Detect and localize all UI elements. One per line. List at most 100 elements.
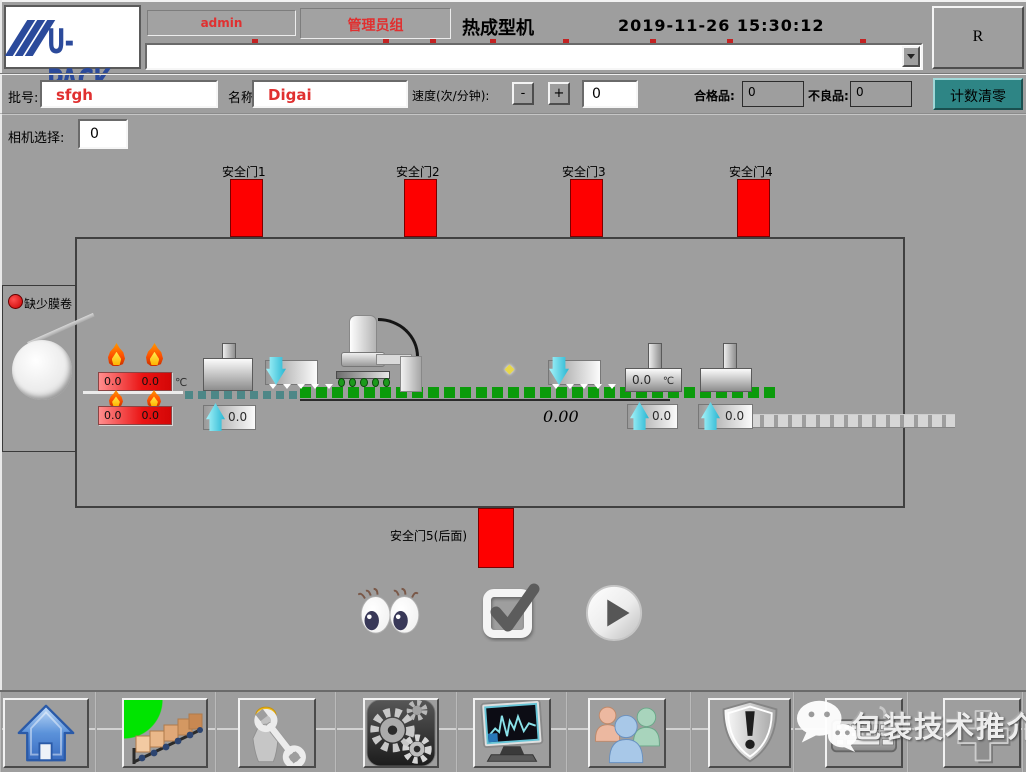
conveyor-teal — [185, 391, 300, 399]
reject-count: 0 — [850, 81, 912, 107]
play-icon — [584, 584, 646, 642]
temp-bar-bottom: 0.0 0.0 — [98, 406, 172, 425]
punch-stem — [723, 343, 737, 369]
toolbar-divider — [566, 692, 568, 772]
reject-label: 不良品: — [808, 87, 849, 104]
page-title: 热成型机 — [462, 14, 534, 40]
toolbar-divider — [690, 692, 692, 772]
temp-top-2: 0.0 — [142, 375, 160, 388]
screen-top-edge — [0, 0, 1026, 2]
home-icon — [15, 703, 77, 763]
flame-icon — [147, 390, 161, 407]
monitor-diagnostics-icon — [475, 699, 549, 767]
counter-reset-button[interactable]: 计数清零 — [933, 78, 1023, 110]
minus-label: - — [521, 86, 526, 101]
lift2-value: 0.0 — [652, 409, 671, 423]
lift3-value: 0.0 — [725, 409, 744, 423]
start-play-button[interactable] — [584, 584, 646, 645]
door3-label: 安全门3 — [562, 163, 606, 180]
lift1-value: 0.0 — [228, 410, 247, 424]
camera-select-label: 相机选择: — [8, 127, 64, 146]
flame-icon — [109, 390, 123, 407]
r-button-label: R — [973, 28, 984, 45]
watermark-text: 包装技术推介 — [852, 704, 1026, 746]
door4-label: 安全门4 — [729, 163, 773, 180]
heater-unit: ℃ — [663, 376, 674, 387]
door1-label: 安全门1 — [222, 163, 266, 180]
flame-icon — [146, 343, 163, 366]
batch-value: sfgh — [56, 86, 93, 104]
confirm-check-button[interactable] — [479, 582, 541, 645]
seal-teeth — [269, 384, 333, 389]
toolbar-divider — [95, 692, 97, 772]
pass-label: 合格品: — [694, 87, 735, 104]
door5-indicator — [478, 508, 514, 568]
door2-label: 安全门2 — [396, 163, 440, 180]
temp-bar-top: 0.0 0.0 — [98, 372, 172, 391]
maintenance-button[interactable] — [238, 698, 316, 768]
settings-button[interactable] — [363, 698, 439, 768]
toolbar-divider — [456, 692, 458, 772]
pass-count: 0 — [742, 81, 804, 107]
logged-user: admin — [201, 16, 243, 30]
temp-bot-2: 0.0 — [142, 409, 160, 422]
speed-input[interactable]: 0 — [582, 80, 638, 108]
conveyor-exit-gray — [750, 414, 955, 428]
toolbar-divider — [0, 692, 2, 772]
dropdown-arrow-button[interactable] — [902, 46, 920, 67]
speed-plus-button[interactable]: + — [548, 82, 570, 105]
alarm-shield-icon — [715, 699, 785, 767]
toolbar-divider — [335, 692, 337, 772]
speed-value: 0 — [592, 86, 601, 102]
checkbox-icon — [479, 582, 541, 642]
door1-indicator — [230, 179, 263, 237]
toolbar-divider — [215, 692, 217, 772]
batch-label: 批号: — [8, 87, 38, 106]
forming-press-station — [203, 358, 253, 391]
batch-input[interactable]: sfgh — [40, 80, 218, 108]
datetime: 2019-11-26 15:30:12 — [618, 16, 825, 35]
plus-label: + — [554, 86, 565, 101]
hmi-screen: U-PACK admin 管理员组 热成型机 2019-11-26 15:30:… — [0, 0, 1026, 772]
maintenance-worker-icon — [240, 700, 314, 766]
door2-indicator — [404, 179, 437, 237]
monitor-eyes-button[interactable] — [358, 586, 422, 639]
robot-end-effector — [400, 356, 422, 392]
diagnostics-button[interactable] — [473, 698, 551, 768]
machine-outline — [75, 237, 905, 508]
logo-box: U-PACK — [4, 5, 141, 69]
film-warning-label: 缺少膜卷 — [24, 295, 72, 312]
user-group-box[interactable]: 管理员组 — [300, 8, 451, 39]
door5-label: 安全门5(后面) — [390, 527, 467, 544]
r-button[interactable]: R — [932, 6, 1024, 69]
production-line-button[interactable] — [122, 698, 208, 768]
camera-select-input[interactable]: 0 — [78, 119, 128, 149]
red-alarm-dot — [8, 294, 23, 309]
counter-reset-label: 计数清零 — [950, 89, 1006, 105]
flame-icon — [108, 343, 125, 366]
door3-indicator — [570, 179, 603, 237]
conveyor-rail — [300, 399, 670, 401]
divider — [0, 73, 1026, 75]
divider — [0, 113, 1026, 115]
eyes-icon — [358, 586, 422, 636]
temp-top-1: 0.0 — [104, 375, 122, 388]
alarm-dropdown-value — [147, 45, 151, 59]
length-counter: 0.00 — [543, 407, 579, 426]
user-group: 管理员组 — [348, 18, 404, 34]
home-button[interactable] — [3, 698, 89, 768]
camera-select-value: 0 — [90, 126, 99, 142]
heater-stem — [648, 343, 662, 369]
punch-station — [700, 368, 752, 392]
alarm-dropdown[interactable] — [145, 43, 923, 70]
name-value: Digai — [268, 86, 312, 104]
alarm-button[interactable] — [708, 698, 791, 768]
wechat-icon — [795, 698, 859, 757]
toolbar-top-edge — [0, 690, 1026, 692]
speed-minus-button[interactable]: - — [512, 82, 534, 105]
logged-user-box[interactable]: admin — [147, 10, 296, 36]
name-input[interactable]: Digai — [252, 80, 408, 108]
users-icon — [590, 699, 664, 767]
film-roll — [12, 340, 72, 400]
users-button[interactable] — [588, 698, 666, 768]
